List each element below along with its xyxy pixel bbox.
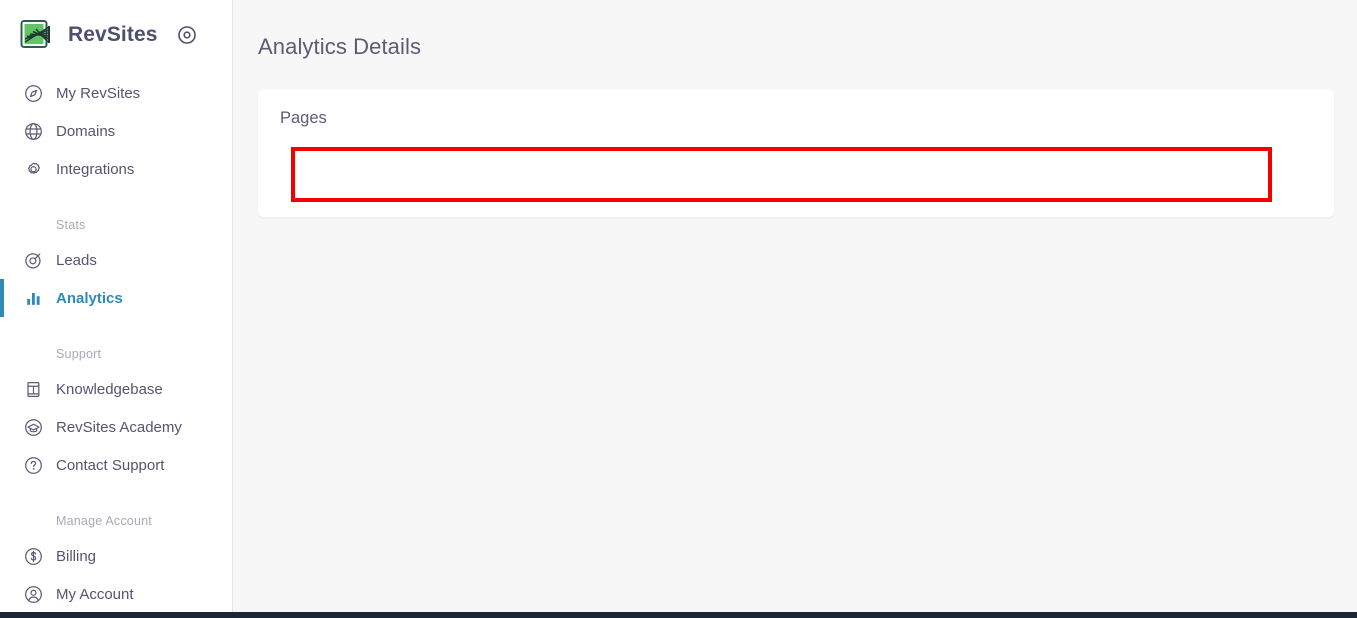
card-title-pages: Pages: [258, 90, 1334, 128]
sidebar-group-label-support: Support: [0, 347, 232, 370]
sidebar-item-label: RevSites Academy: [56, 419, 182, 436]
sidebar-item-billing[interactable]: Billing: [0, 537, 232, 575]
stat-unique-visits: 0 unique visits in 24 hours: [788, 157, 911, 192]
sidebar-group-label-manage-account: Manage Account: [0, 514, 232, 537]
change-value: -100.00%: [997, 167, 1057, 183]
dollar-circle-icon: [22, 545, 44, 567]
app-root: RevSites My RevSites: [0, 0, 1357, 618]
sidebar-group-support: Support Knowledgebase: [0, 343, 232, 484]
change-indicator: -100.00%: [997, 167, 1093, 183]
stat-visits-label: visits in 24 hours: [623, 176, 709, 192]
stat-unique-label: unique visits in 24 hours: [788, 176, 911, 192]
sidebar-item-label: Domains: [56, 123, 115, 140]
user-circle-icon: [22, 583, 44, 605]
page-url-link[interactable]: revsitestest.actiyou.com/vsl-page: [303, 167, 509, 183]
pages-row-container: revsitestest.actiyou.com/vsl-page 34 vis…: [291, 147, 1272, 202]
stat-unique-value: 0: [788, 157, 911, 176]
question-mark-icon: [22, 454, 44, 476]
graph-view-button[interactable]: Graph View: [1148, 159, 1255, 190]
table-row[interactable]: revsitestest.actiyou.com/vsl-page 34 vis…: [291, 147, 1272, 202]
sidebar-item-domains[interactable]: Domains: [0, 112, 232, 150]
pages-card: Pages revsitestest.actiyou.com/vsl-page …: [258, 90, 1334, 217]
sidebar-item-label: Integrations: [56, 161, 134, 178]
sidebar-item-label: Leads: [56, 252, 97, 269]
gear-icon: [22, 158, 44, 180]
page-title: Analytics Details: [258, 34, 1334, 60]
brand-name: RevSites: [68, 23, 158, 47]
sidebar-item-label: My RevSites: [56, 85, 140, 102]
sidebar-item-label: My Account: [56, 586, 134, 603]
revsites-logo-icon: [19, 18, 53, 52]
sidebar-item-contact-support[interactable]: Contact Support: [0, 446, 232, 484]
sidebar-item-integrations[interactable]: Integrations: [0, 150, 232, 188]
graduation-cap-icon: [22, 416, 44, 438]
globe-icon: [22, 120, 44, 142]
bottom-bar: [0, 612, 1357, 618]
sidebar-item-label: Billing: [56, 548, 96, 565]
trend-down-icon: [1071, 167, 1093, 183]
sidebar-primary-group: My RevSites Domains: [0, 70, 232, 188]
stat-visits-value: 34: [623, 157, 709, 176]
bar-chart-icon: [22, 287, 44, 309]
brand-header: RevSites: [0, 0, 232, 70]
target-icon: [22, 249, 44, 271]
sidebar-item-analytics[interactable]: Analytics: [0, 279, 232, 317]
sidebar-item-my-revsites[interactable]: My RevSites: [0, 74, 232, 112]
collapse-sidebar-icon[interactable]: [175, 23, 198, 46]
book-icon: [22, 378, 44, 400]
sidebar-item-leads[interactable]: Leads: [0, 241, 232, 279]
sidebar-group-label-stats: Stats: [0, 218, 232, 241]
sidebar-item-knowledgebase[interactable]: Knowledgebase: [0, 370, 232, 408]
sidebar-item-my-account[interactable]: My Account: [0, 575, 232, 613]
sidebar-item-label: Analytics: [56, 290, 123, 307]
compass-icon: [22, 82, 44, 104]
sidebar-item-label: Knowledgebase: [56, 381, 163, 398]
sidebar-item-label: Contact Support: [56, 457, 164, 474]
sidebar: RevSites My RevSites: [0, 0, 233, 618]
stat-visits: 34 visits in 24 hours: [623, 157, 709, 192]
sidebar-item-revsites-academy[interactable]: RevSites Academy: [0, 408, 232, 446]
sidebar-group-manage-account: Manage Account Billing: [0, 510, 232, 613]
sidebar-group-stats: Stats Leads: [0, 214, 232, 317]
main-content: Analytics Details Pages revsitestest.act…: [233, 0, 1357, 618]
